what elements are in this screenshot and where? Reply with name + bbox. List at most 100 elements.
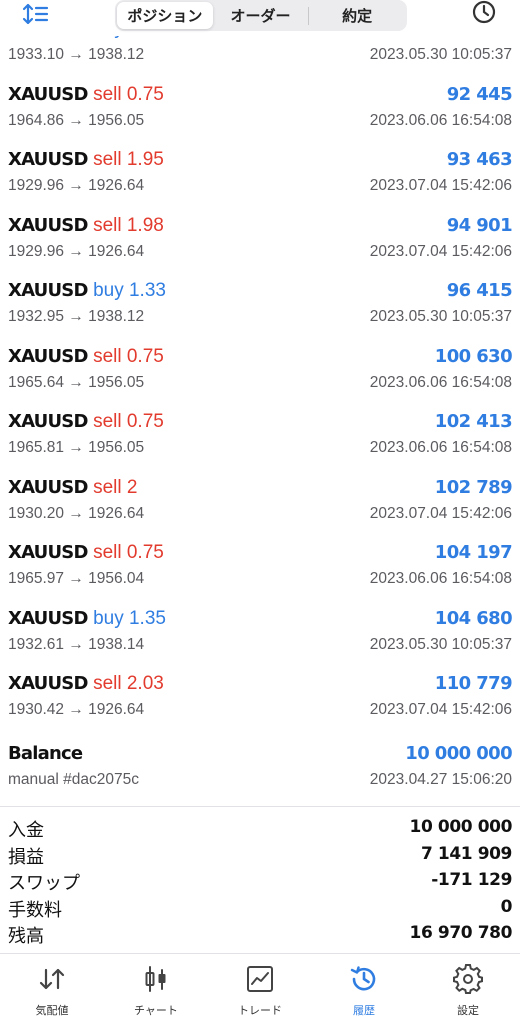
deal-profit: 100 630 (434, 345, 513, 367)
deal-time: 2023.06.06 16:54:08 (369, 570, 512, 587)
deal-time: 2023.05.30 10:05:37 (369, 308, 512, 325)
deal-title: XAUUSD sell 2 (8, 477, 137, 499)
deal-list[interactable]: XAUUSD buy 1.391 3081933.10 → 1938.12202… (0, 24, 520, 806)
tab-settings[interactable]: 設定 (416, 954, 520, 1024)
deal-title: XAUUSD sell 0.75 (8, 542, 164, 564)
deal-time: 2023.07.04 15:42:06 (369, 701, 512, 718)
deal-time: 2023.07.04 15:42:06 (369, 504, 512, 522)
clock-icon[interactable] (470, 0, 498, 28)
balance-comment: manual #dac2075c (8, 771, 139, 788)
deal-volume: 1.35 (128, 607, 166, 629)
deal-prices: 1933.10 → 1938.12 (8, 46, 145, 63)
deal-time: 2023.05.30 10:05:37 (369, 46, 512, 63)
balance-time: 2023.04.27 15:06:20 (369, 771, 512, 788)
summary-commission-row: 手数料 0 (0, 894, 520, 921)
summary-panel: 入金 10 000 000 損益 7 141 909 スワップ -171 129… (0, 814, 520, 947)
deal-row[interactable]: XAUUSD buy 1.35 104 680 1932.61 → 1938.14 2… (0, 608, 520, 674)
tab-quotes[interactable]: 気配値 (0, 954, 104, 1024)
deal-row[interactable]: XAUUSD buy 1.33 96 415 1932.95 → 1938.12 20… (0, 280, 520, 346)
deal-time: 2023.06.06 16:54:08 (369, 111, 512, 129)
tab-label: トレード (238, 1004, 282, 1017)
deal-profit: 94 901 (446, 214, 513, 236)
tab-label: 履歴 (353, 1004, 375, 1017)
deal-profit: 92 445 (446, 83, 513, 105)
tab-chart[interactable]: チャート (104, 954, 208, 1024)
deal-symbol: XAUUSD (8, 476, 88, 498)
tab-deals[interactable]: 約定 (309, 2, 405, 29)
deal-time: 2023.06.06 16:54:08 (369, 373, 512, 391)
deal-row[interactable]: XAUUSD sell 0.75 100 630 1965.64 → 1956.05… (0, 346, 520, 412)
deal-symbol: XAUUSD (8, 607, 88, 629)
trade-line-chart-icon (247, 966, 273, 992)
deal-title: XAUUSD buy 1.35 (8, 608, 166, 630)
deal-title: XAUUSD sell 0.75 (8, 84, 164, 106)
deal-symbol: XAUUSD (8, 411, 88, 432)
deal-volume: 0.75 (126, 542, 164, 563)
tab-history[interactable]: 履歴 (312, 954, 416, 1024)
deal-symbol: XAUUSD (8, 542, 88, 563)
deal-profit: 104 197 (434, 542, 513, 563)
balance-label: Balance (8, 743, 83, 764)
balance-row[interactable]: Balance 10 000 000 manual #dac2075c 2023… (0, 743, 520, 806)
deal-side: sell (93, 411, 122, 432)
deal-side: sell (93, 476, 122, 498)
deal-prices: 1964.86 → 1956.05 (8, 111, 145, 129)
deal-symbol: XAUUSD (8, 214, 88, 236)
deal-side: sell (93, 542, 122, 563)
tab-positions[interactable]: ポジション (117, 2, 213, 29)
summary-value: 16 970 780 (409, 923, 513, 943)
deal-symbol: XAUUSD (8, 673, 88, 694)
deal-row[interactable]: XAUUSD sell 2 102 789 1930.20 → 1926.64 202… (0, 477, 520, 543)
deal-profit: 93 463 (446, 149, 513, 170)
deal-profit: 102 413 (434, 411, 513, 432)
deal-prices: 1930.20 → 1926.64 (8, 504, 145, 522)
deal-symbol: XAUUSD (8, 345, 88, 367)
deal-row[interactable]: XAUUSD sell 0.75 102 413 1965.81 → 1956.05… (0, 411, 520, 477)
deal-volume: 1.95 (126, 149, 164, 170)
summary-label: 入金 (8, 820, 44, 841)
deal-side: buy (93, 607, 124, 629)
deal-side: sell (93, 83, 122, 105)
top-bar: ポジション オーダー 約定 (0, 0, 520, 36)
deal-time: 2023.06.06 16:54:08 (369, 439, 512, 456)
tab-label: チャート (134, 1004, 178, 1017)
deal-volume: 2.03 (126, 673, 164, 694)
deal-profit: 96 415 (446, 280, 513, 301)
deal-volume: 1.33 (128, 280, 166, 301)
sort-icon[interactable] (22, 2, 56, 28)
deal-profit: 102 789 (434, 476, 513, 498)
deal-row[interactable]: XAUUSD sell 1.98 94 901 1929.96 → 1926.64 2… (0, 215, 520, 281)
deal-prices: 1932.61 → 1938.14 (8, 635, 145, 653)
tab-label: 気配値 (35, 1004, 69, 1017)
deal-row[interactable]: XAUUSD sell 1.95 93 463 1929.96 → 1926.64 2… (0, 149, 520, 215)
deal-row[interactable]: XAUUSD sell 0.75 104 197 1965.97 → 1956.04… (0, 542, 520, 608)
history-clock-icon (350, 966, 376, 991)
deal-symbol: XAUUSD (8, 149, 88, 170)
deal-volume: 0.75 (126, 345, 164, 367)
candlestick-chart-icon (145, 966, 166, 992)
deal-title: XAUUSD sell 0.75 (8, 411, 164, 433)
summary-label: 損益 (8, 846, 44, 868)
deal-side: sell (93, 673, 122, 694)
deal-row[interactable]: XAUUSD sell 2.03 110 779 1930.42 → 1926.64… (0, 673, 520, 739)
summary-value: 0 (500, 896, 513, 917)
deal-prices: 1965.81 → 1956.05 (8, 439, 145, 456)
tab-trade[interactable]: トレード (208, 954, 312, 1024)
summary-value: -171 129 (431, 870, 512, 890)
deal-volume: 0.75 (126, 411, 164, 432)
bottom-tab-bar: 気配値 チャート トレード 履歴 設定 (0, 953, 520, 1024)
summary-swap-row: スワップ -171 129 (0, 867, 520, 894)
deal-title: XAUUSD sell 0.75 (8, 346, 164, 368)
deal-side: sell (93, 214, 122, 236)
tab-orders[interactable]: オーダー (213, 2, 309, 29)
deal-prices: 1929.96 → 1926.64 (8, 177, 145, 194)
segmented-control: ポジション オーダー 約定 (115, 0, 407, 31)
summary-label: スワップ (8, 873, 80, 894)
deal-prices: 1932.95 → 1938.12 (8, 308, 145, 325)
deal-time: 2023.05.30 10:05:37 (369, 635, 512, 653)
deal-row[interactable]: XAUUSD sell 0.75 92 445 1964.86 → 1956.05 2… (0, 84, 520, 150)
summary-label: 手数料 (8, 899, 62, 921)
deal-prices: 1929.96 → 1926.64 (8, 242, 145, 260)
deal-title: XAUUSD buy 1.33 (8, 280, 166, 302)
summary-balance-row: 残高 16 970 780 (0, 920, 520, 947)
